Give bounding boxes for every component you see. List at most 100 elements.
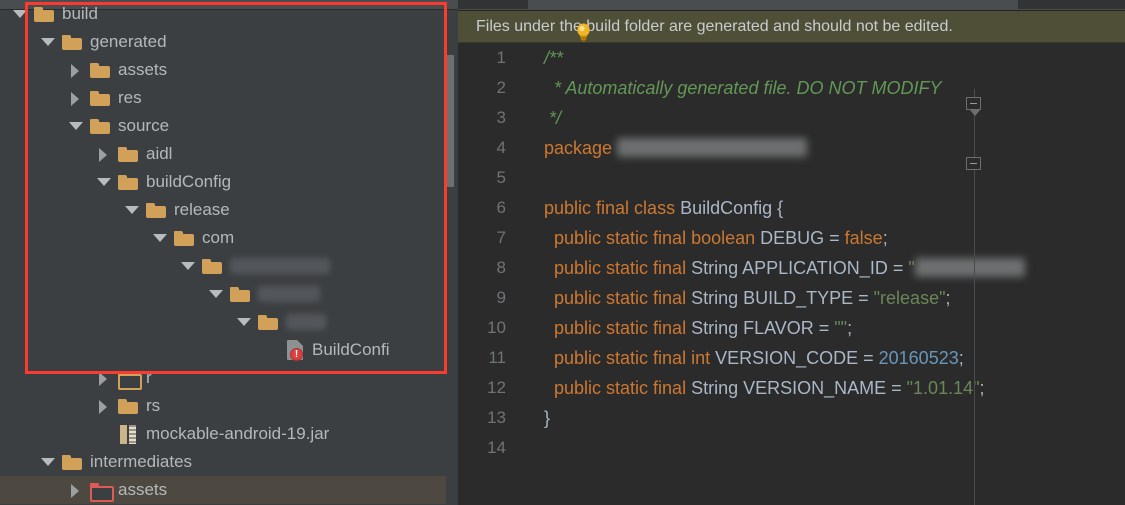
code-line-text: package [536,137,808,159]
folder-icon [258,314,280,331]
tree-row-label: BuildConfi [312,340,390,359]
line-number: 8 [496,258,506,277]
code-line-text: public static final String BUILD_TYPE = … [536,288,951,309]
chevron-right-icon[interactable] [96,146,112,162]
line-number: 2 [496,78,506,97]
chevron-right-icon[interactable] [96,398,112,414]
chevron-down-icon[interactable] [12,6,28,22]
tab-segment[interactable] [1018,0,1125,9]
code-editor-panel[interactable]: Files under the build folder are generat… [458,0,1125,505]
folder-icon [62,34,84,51]
code-line[interactable]: 7 public static final boolean DEBUG = fa… [458,223,1125,253]
chevron-down-icon[interactable] [40,454,56,470]
fold-marker-end[interactable] [966,157,981,170]
code-token: 20160523 [878,347,959,368]
code-gutter-cell[interactable] [516,403,536,433]
tree-row[interactable]: res [0,84,448,112]
tree-row[interactable]: build [0,0,448,28]
chevron-down-icon[interactable] [236,314,252,330]
tree-row-label: assets [118,60,168,79]
code-text-area[interactable]: 1 /** 2 * Automatically generated file. DO… [458,43,1125,505]
code-gutter-cell[interactable] [516,283,536,313]
line-number: 10 [487,318,506,337]
code-line[interactable]: 6 public final class BuildConfig { [458,193,1125,223]
tree-scrollbar-track[interactable] [445,10,456,505]
chevron-down-icon[interactable] [40,34,56,50]
tab-segment[interactable] [458,0,528,9]
code-gutter-cell[interactable] [516,193,536,223]
tree-row[interactable]: mockable-android-19.jar [0,420,448,448]
tree-row[interactable]: com [0,224,448,252]
tree-row[interactable]: buildConfig [0,168,448,196]
lightbulb-icon[interactable] [576,23,591,42]
tree-row[interactable]: aidl [0,140,448,168]
code-token: ; [882,227,888,248]
chevron-down-icon[interactable] [180,258,196,274]
redacted-folder-name [258,286,320,302]
chevron-down-icon[interactable] [152,230,168,246]
tree-row[interactable]: assets [0,56,448,84]
code-line[interactable]: 11 public static final int VERSION_CODE … [458,343,1125,373]
code-gutter-cell[interactable] [516,223,536,253]
code-lines[interactable]: 1 /** 2 * Automatically generated file. DO… [458,43,1125,463]
tree-row[interactable]: source [0,112,448,140]
code-token: false [844,227,883,248]
chevron-right-icon[interactable] [68,90,84,106]
tree-row[interactable]: ! BuildConfi [0,336,448,364]
chevron-right-icon[interactable] [68,62,84,78]
chevron-down-icon[interactable] [124,202,140,218]
chevron-right-icon[interactable] [96,370,112,386]
tree-row[interactable]: r [0,364,448,392]
fold-arrow-icon [970,110,980,116]
chevron-down-icon[interactable] [96,174,112,190]
code-gutter-cell[interactable] [516,433,536,463]
code-gutter-cell[interactable] [516,163,536,193]
code-line[interactable]: 14 [458,433,1125,463]
folder-icon [90,62,112,79]
code-line-text: public static final String VERSION_NAME … [536,378,985,399]
tree-row[interactable]: release [0,196,448,224]
code-line[interactable]: 4 package [458,133,1125,163]
code-gutter-cell[interactable] [516,373,536,403]
code-gutter-cell[interactable] [516,253,536,283]
code-line[interactable]: 5 [458,163,1125,193]
code-gutter-cell[interactable] [516,343,536,373]
code-gutter-cell[interactable] [516,313,536,343]
code-line[interactable]: 12 public static final String VERSION_NA… [458,373,1125,403]
code-line[interactable]: 10 public static final String FLAVOR = "… [458,313,1125,343]
code-token: */ [544,107,562,128]
folder-icon [118,398,140,415]
code-line-text: * Automatically generated file. DO NOT M… [536,78,941,99]
editor-tab-bar[interactable] [458,0,1125,11]
code-line[interactable]: 3 */ [458,103,1125,133]
chevron-down-icon[interactable] [68,118,84,134]
code-line[interactable]: 1 /** [458,43,1125,73]
generated-file-warning-banner: Files under the build folder are generat… [458,11,1125,43]
chevron-right-icon[interactable] [68,482,84,498]
fold-marker-start[interactable] [966,97,981,110]
tree-row[interactable] [0,308,448,336]
code-line[interactable]: 2 * Automatically generated file. DO NOT… [458,73,1125,103]
java-file-error-icon: ! [286,339,306,361]
code-line[interactable]: 9 public static final String BUILD_TYPE … [458,283,1125,313]
tab-segment[interactable] [533,0,1088,9]
code-line[interactable]: 8 public static final String APPLICATION… [458,253,1125,283]
project-tree-panel[interactable]: build generated assets res source aidl buildCo… [0,0,458,505]
tree-scrollbar-thumb[interactable] [445,55,454,187]
line-number: 5 [496,168,506,187]
chevron-down-icon[interactable] [208,286,224,302]
code-line[interactable]: 13} [458,403,1125,433]
tree-row[interactable]: rs [0,392,448,420]
code-gutter-cell[interactable] [516,133,536,163]
code-gutter-cell[interactable] [516,73,536,103]
tree-row[interactable]: generated [0,28,448,56]
tree-row[interactable]: assets [0,476,448,504]
tree-row[interactable] [0,252,448,280]
tree-row-label: release [174,200,230,219]
tree-row[interactable]: intermediates [0,448,448,476]
code-gutter-cell[interactable] [516,43,536,73]
tree-row[interactable] [0,280,448,308]
code-gutter-cell[interactable] [516,103,536,133]
project-tree-list[interactable]: build generated assets res source aidl buildCo… [0,0,448,504]
code-token: ; [945,287,951,308]
